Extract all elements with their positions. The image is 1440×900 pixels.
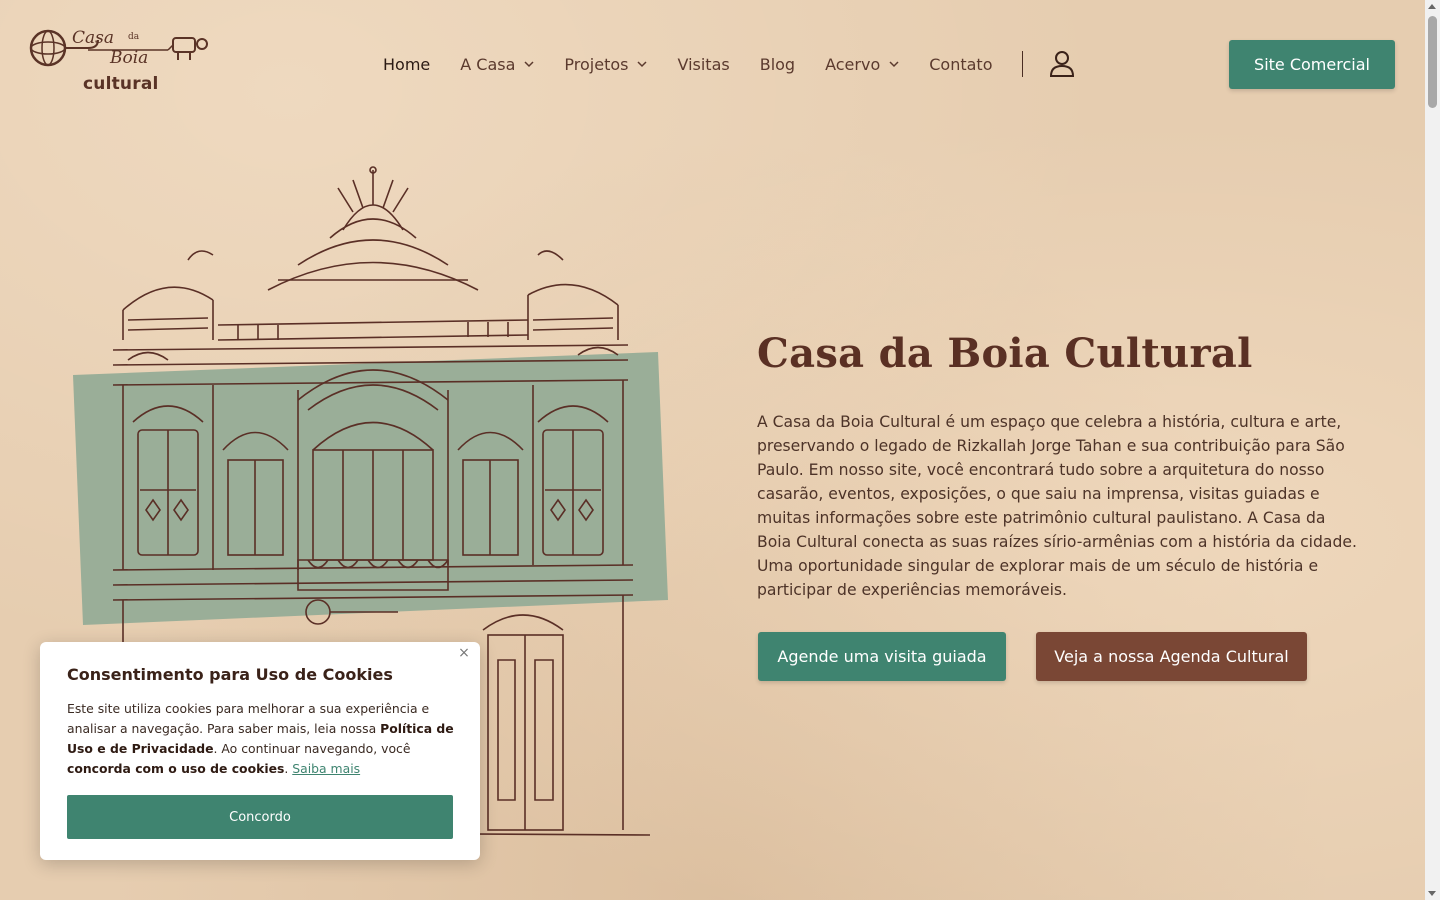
cookie-accept-button[interactable]: Concordo <box>67 795 453 839</box>
chevron-down-icon <box>889 61 899 68</box>
logo-script-casa: Casa <box>72 28 115 48</box>
cookie-text-part: . Ao continuar navegando, você <box>213 741 411 756</box>
nav-item-acervo[interactable]: Acervo <box>825 55 899 74</box>
nav-item-label: Visitas <box>677 54 730 74</box>
cookie-text-part: Este site utiliza cookies para melhorar … <box>67 701 430 736</box>
chevron-down-icon <box>524 61 534 68</box>
nav-item-projetos[interactable]: Projetos <box>564 54 648 74</box>
nav-item-home[interactable]: Home <box>383 55 430 74</box>
cookie-agreement-text: concorda com o uso de cookies <box>67 761 285 776</box>
user-icon[interactable] <box>1049 50 1075 78</box>
nav-item-blog[interactable]: Blog <box>760 55 795 74</box>
page-scrollbar[interactable] <box>1425 0 1440 900</box>
chevron-down-icon <box>637 61 648 68</box>
book-guided-visit-button[interactable]: Agende uma visita guiada <box>758 632 1006 681</box>
nav-item-label: Home <box>383 54 431 74</box>
cookie-consent-banner: × Consentimento para Uso de Cookies Este… <box>40 642 480 860</box>
learn-more-link[interactable]: Saiba mais <box>292 761 360 776</box>
nav-item-label: A Casa <box>460 54 516 74</box>
nav-item-label: Acervo <box>825 54 881 74</box>
logo-script-da: da <box>128 32 140 42</box>
close-icon[interactable]: × <box>457 646 471 660</box>
hero-title: Casa da Boia Cultural <box>757 330 1253 377</box>
page: Casa da Boia cultural Home A Casa Projet… <box>0 0 1425 900</box>
cookie-title: Consentimento para Uso de Cookies <box>67 665 393 684</box>
cookie-text: Este site utiliza cookies para melhorar … <box>67 699 457 779</box>
nav-item-visitas[interactable]: Visitas <box>677 55 729 74</box>
nav-item-label: Contato <box>929 54 993 74</box>
nav-item-contato[interactable]: Contato <box>929 55 992 74</box>
logo-script-boia: Boia <box>110 48 149 68</box>
site-logo[interactable]: Casa da Boia cultural <box>28 26 218 96</box>
nav-divider <box>1022 51 1024 77</box>
nav-item-label: Blog <box>759 54 796 74</box>
nav-item-a-casa[interactable]: A Casa <box>460 55 534 74</box>
scroll-down-icon[interactable] <box>1428 891 1436 896</box>
logo-word: cultural <box>83 74 159 94</box>
site-comercial-button[interactable]: Site Comercial <box>1229 40 1395 89</box>
hero-description: A Casa da Boia Cultural é um espaço que … <box>757 413 1357 599</box>
scroll-up-icon[interactable] <box>1428 4 1436 9</box>
scrollbar-thumb[interactable] <box>1428 16 1437 108</box>
main-nav: Home A Casa Projetos Visitas Blog Acervo… <box>383 50 1075 78</box>
cultural-agenda-button[interactable]: Veja a nossa Agenda Cultural <box>1036 632 1307 681</box>
nav-item-label: Projetos <box>564 54 629 74</box>
